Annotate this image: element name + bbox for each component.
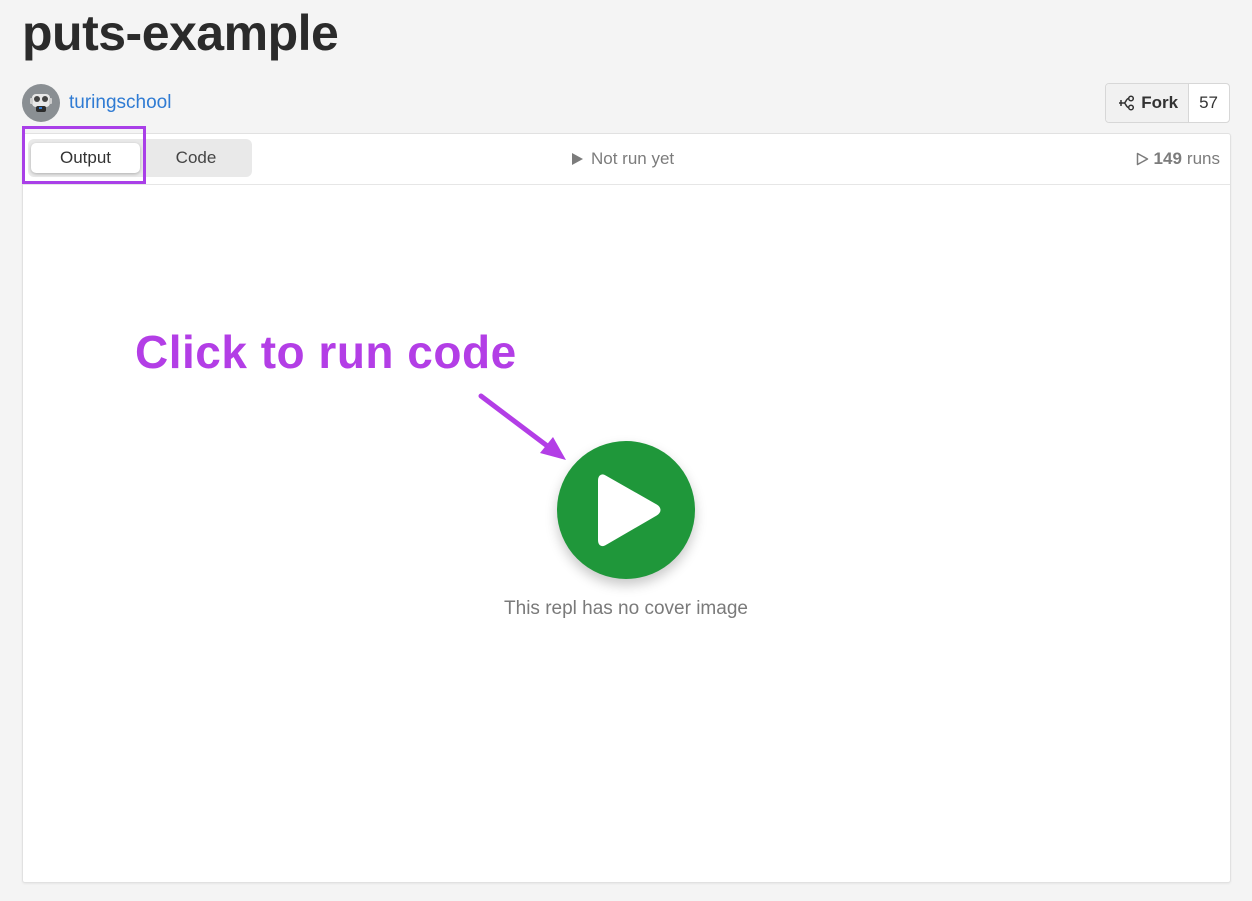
run-status: Not run yet xyxy=(571,134,674,184)
tab-output[interactable]: Output xyxy=(31,143,140,173)
cover-note: This repl has no cover image xyxy=(504,598,748,619)
fork-count: 57 xyxy=(1199,93,1218,112)
author-row: turingschool xyxy=(22,84,171,122)
fork-group: Fork 57 xyxy=(1105,83,1230,123)
author-link[interactable]: turingschool xyxy=(69,92,171,114)
run-status-text: Not run yet xyxy=(591,149,675,168)
repl-page: puts-example turingschool Fork 57 Output… xyxy=(0,0,1252,901)
tab-code[interactable]: Code xyxy=(144,139,248,177)
run-count-number: 149 xyxy=(1153,149,1182,168)
avatar[interactable] xyxy=(22,84,60,122)
play-outline-icon xyxy=(1136,152,1149,166)
annotation-text: Click to run code xyxy=(135,326,517,378)
robot-avatar-icon xyxy=(30,94,52,112)
fork-button[interactable]: Fork xyxy=(1106,84,1190,122)
page-title: puts-example xyxy=(22,5,339,61)
run-count: 149 runs xyxy=(1136,134,1220,184)
panel-header: Output Code Not run yet 149 runs xyxy=(23,134,1230,185)
run-button[interactable] xyxy=(557,441,695,579)
play-triangle-icon xyxy=(571,152,584,166)
run-count-unit: runs xyxy=(1186,149,1220,168)
fork-icon xyxy=(1118,95,1136,111)
fork-label: Fork xyxy=(1141,93,1179,112)
play-icon xyxy=(598,474,661,547)
view-tabs: Output Code xyxy=(28,139,252,177)
